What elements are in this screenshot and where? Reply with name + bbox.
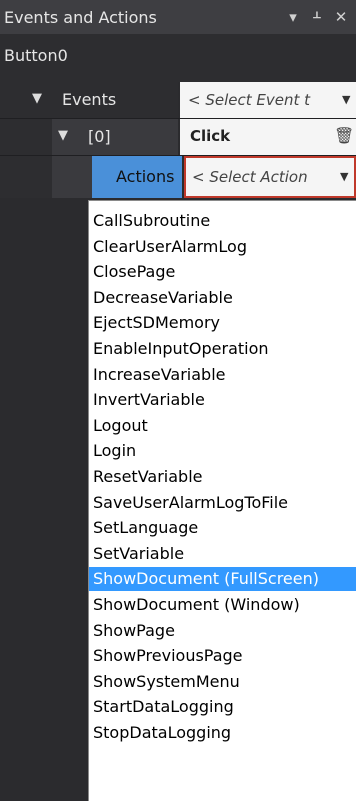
event-item-row: ▼ [0] Click 🗑 bbox=[0, 119, 356, 155]
actions-dropdown-list: CallSubroutine ClearUserAlarmLog ClosePage… bbox=[88, 200, 356, 801]
pin-icon[interactable]: ᚆ bbox=[306, 8, 328, 26]
grid-left-strip bbox=[0, 200, 88, 801]
events-select[interactable]: < Select Event t ▼ bbox=[180, 82, 356, 118]
dropdown-item[interactable]: IncreaseVariable bbox=[89, 363, 356, 387]
events-select-arrow-icon[interactable]: ▼ bbox=[342, 93, 350, 106]
object-name: Button0 bbox=[0, 34, 356, 82]
dropdown-item[interactable]: ShowDocument (FullScreen) bbox=[89, 567, 356, 592]
events-label: Events bbox=[62, 90, 117, 109]
dropdown-item[interactable]: StopDataLogging bbox=[89, 721, 356, 745]
actions-select-value: < Select Action bbox=[192, 168, 308, 186]
dropdown-item[interactable]: DecreaseVariable bbox=[89, 286, 356, 310]
actions-row: Actions < Select Action ▼ bbox=[0, 156, 356, 198]
dropdown-item[interactable]: ClosePage bbox=[89, 260, 356, 284]
panel-title: Events and Actions bbox=[4, 7, 157, 27]
event-item-value[interactable]: Click 🗑 bbox=[180, 119, 356, 155]
dropdown-item[interactable]: ShowPage bbox=[89, 619, 356, 643]
dropdown-item[interactable]: EnableInputOperation bbox=[89, 337, 356, 361]
event-item-index: [0] bbox=[88, 127, 111, 146]
actions-select[interactable]: < Select Action ▼ bbox=[184, 156, 356, 198]
dropdown-item[interactable]: EjectSDMemory bbox=[89, 311, 356, 335]
dropdown-item[interactable]: SetVariable bbox=[89, 542, 356, 566]
panel-title-bar: Events and Actions ▾ ᚆ ✕ bbox=[0, 0, 356, 34]
dropdown-arrow-icon[interactable]: ▾ bbox=[282, 8, 304, 26]
dropdown-item[interactable]: ResetVariable bbox=[89, 465, 356, 489]
dropdown-item[interactable]: Login bbox=[89, 439, 356, 463]
expand-item-icon[interactable]: ▼ bbox=[58, 128, 68, 143]
dropdown-item[interactable]: SetLanguage bbox=[89, 516, 356, 540]
dropdown-item[interactable]: CallSubroutine bbox=[89, 209, 356, 233]
close-icon[interactable]: ✕ bbox=[330, 8, 352, 26]
dropdown-item[interactable]: SaveUserAlarmLogToFile bbox=[89, 491, 356, 515]
dropdown-item[interactable]: ShowSystemMenu bbox=[89, 670, 356, 694]
expand-events-icon[interactable]: ▼ bbox=[32, 91, 42, 106]
dropdown-item[interactable]: ShowDocument (Window) bbox=[89, 593, 356, 617]
dropdown-item[interactable]: ClearUserAlarmLog bbox=[89, 235, 356, 259]
event-item-text: Click bbox=[190, 127, 231, 145]
dropdown-item[interactable]: Logout bbox=[89, 414, 356, 438]
dropdown-item[interactable]: StartDataLogging bbox=[89, 695, 356, 719]
dropdown-item[interactable]: InvertVariable bbox=[89, 388, 356, 412]
actions-label: Actions bbox=[116, 167, 175, 186]
trash-icon[interactable]: 🗑 bbox=[334, 126, 354, 145]
dropdown-item[interactable]: ShowPreviousPage bbox=[89, 644, 356, 668]
events-row: ▼ Events < Select Event t ▼ bbox=[0, 82, 356, 118]
actions-select-arrow-icon[interactable]: ▼ bbox=[340, 170, 348, 183]
events-select-value: < Select Event t bbox=[188, 91, 310, 109]
